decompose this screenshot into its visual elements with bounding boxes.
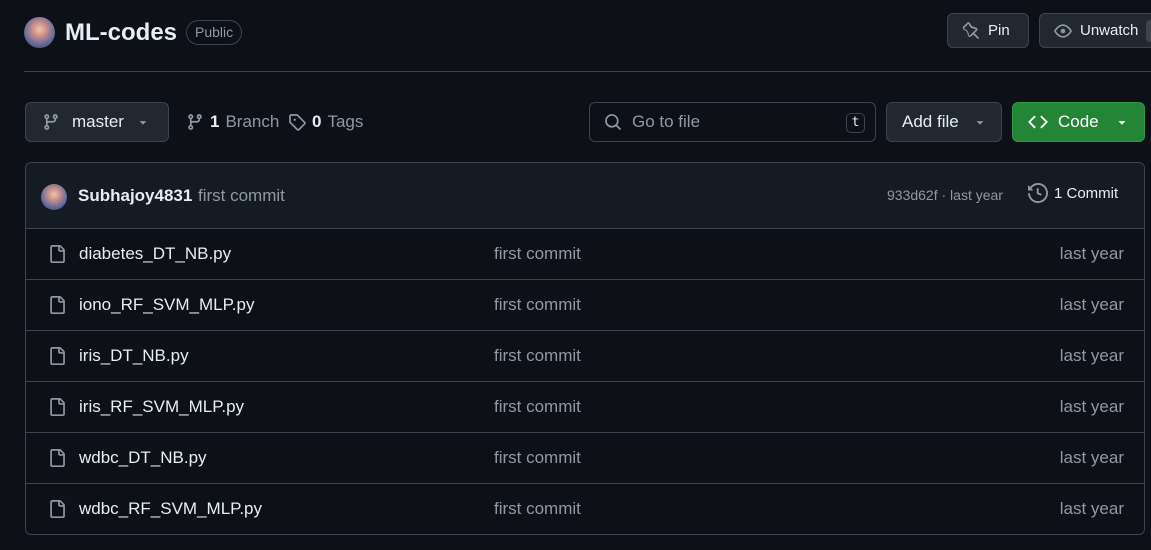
file-age: last year bbox=[1059, 397, 1124, 416]
caret-down-icon bbox=[973, 115, 987, 129]
commit-message[interactable]: first commit bbox=[198, 186, 285, 206]
avatar[interactable] bbox=[41, 184, 67, 210]
go-to-file-placeholder: Go to file bbox=[632, 112, 701, 131]
pin-label: Pin bbox=[988, 22, 1010, 39]
table-row[interactable]: iris_DT_NB.py first commit last year bbox=[26, 331, 1144, 382]
history-icon bbox=[1028, 183, 1048, 203]
table-row[interactable]: iris_RF_SVM_MLP.py first commit last yea… bbox=[26, 382, 1144, 433]
code-label: Code bbox=[1058, 112, 1099, 131]
file-commit-message[interactable]: first commit bbox=[494, 397, 581, 417]
repo-owner-avatar[interactable] bbox=[24, 17, 55, 48]
table-row[interactable]: diabetes_DT_NB.py first commit last year bbox=[26, 229, 1144, 280]
file-age: last year bbox=[1059, 346, 1124, 365]
file-name[interactable]: iris_RF_SVM_MLP.py bbox=[79, 397, 244, 417]
table-row[interactable]: iono_RF_SVM_MLP.py first commit last yea… bbox=[26, 280, 1144, 331]
commit-author[interactable]: Subhajoy4831 bbox=[78, 186, 192, 206]
commits-link[interactable]: 1 Commit bbox=[1028, 183, 1118, 203]
file-icon bbox=[48, 244, 66, 264]
tag-count-label: Tags bbox=[327, 112, 364, 131]
caret-down-icon bbox=[1115, 115, 1129, 129]
repo-name[interactable]: ML-codes bbox=[65, 18, 177, 48]
add-file-button[interactable]: Add file bbox=[886, 102, 1002, 142]
file-icon bbox=[48, 295, 66, 315]
file-age: last year bbox=[1059, 244, 1124, 263]
unwatch-button[interactable]: Unwatch bbox=[1039, 13, 1151, 48]
tag-icon bbox=[288, 113, 306, 131]
tag-count: 0 bbox=[312, 112, 322, 131]
tags-link[interactable]: 0 Tags bbox=[288, 102, 363, 142]
file-icon bbox=[48, 499, 66, 519]
pin-button[interactable]: Pin bbox=[947, 13, 1029, 48]
unwatch-label: Unwatch bbox=[1080, 22, 1139, 39]
file-name[interactable]: wdbc_DT_NB.py bbox=[79, 448, 207, 468]
file-icon bbox=[48, 448, 66, 468]
file-name[interactable]: iris_DT_NB.py bbox=[79, 346, 189, 366]
code-icon bbox=[1028, 112, 1048, 132]
git-branch-icon bbox=[42, 113, 60, 131]
file-commit-message[interactable]: first commit bbox=[494, 295, 581, 315]
eye-icon bbox=[1054, 22, 1072, 40]
file-commit-message[interactable]: first commit bbox=[494, 448, 581, 468]
file-age: last year bbox=[1059, 499, 1124, 518]
file-age: last year bbox=[1059, 295, 1124, 314]
pin-icon bbox=[962, 21, 980, 40]
file-name[interactable]: diabetes_DT_NB.py bbox=[79, 244, 231, 264]
commit-count-label: 1 Commit bbox=[1054, 184, 1119, 202]
file-name[interactable]: wdbc_RF_SVM_MLP.py bbox=[79, 499, 262, 519]
branch-count: 1 bbox=[210, 112, 220, 131]
file-commit-message[interactable]: first commit bbox=[494, 346, 581, 366]
search-icon bbox=[604, 113, 622, 131]
git-branch-icon bbox=[186, 113, 204, 131]
branch-name: master bbox=[72, 112, 124, 131]
watch-counter bbox=[1146, 19, 1151, 42]
visibility-badge: Public bbox=[186, 20, 243, 45]
header-divider bbox=[24, 71, 1151, 72]
go-to-file-input[interactable]: Go to file t bbox=[589, 102, 876, 142]
branch-count-label: Branch bbox=[225, 112, 280, 131]
caret-down-icon bbox=[136, 115, 150, 129]
table-row[interactable]: wdbc_RF_SVM_MLP.py first commit last yea… bbox=[26, 484, 1144, 534]
add-file-label: Add file bbox=[902, 112, 959, 131]
file-age: last year bbox=[1059, 448, 1124, 467]
file-icon bbox=[48, 346, 66, 366]
file-name[interactable]: iono_RF_SVM_MLP.py bbox=[79, 295, 254, 315]
file-table: Subhajoy4831 first commit 933d62f · last… bbox=[25, 162, 1145, 535]
latest-commit-row: Subhajoy4831 first commit 933d62f · last… bbox=[26, 163, 1144, 229]
branch-selector[interactable]: master bbox=[25, 102, 169, 142]
keyboard-shortcut: t bbox=[846, 113, 865, 133]
branches-link[interactable]: 1 Branch bbox=[186, 102, 279, 142]
table-row[interactable]: wdbc_DT_NB.py first commit last year bbox=[26, 433, 1144, 484]
file-icon bbox=[48, 397, 66, 417]
repo-header: ML-codes Public Pin Unwatch bbox=[0, 0, 1151, 72]
file-commit-message[interactable]: first commit bbox=[494, 499, 581, 519]
commit-hash-and-age[interactable]: 933d62f · last year bbox=[887, 187, 1003, 203]
code-button[interactable]: Code bbox=[1012, 102, 1145, 142]
repo-toolbar: master 1 Branch 0 Tags Go to file t Add … bbox=[0, 102, 1151, 142]
file-commit-message[interactable]: first commit bbox=[494, 244, 581, 264]
